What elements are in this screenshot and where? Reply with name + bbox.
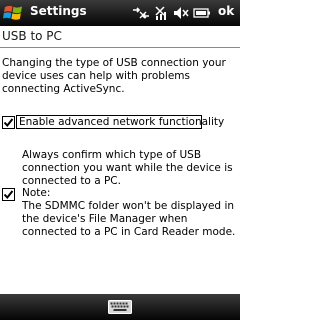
page-title: USB to PC (2, 29, 62, 43)
advanced-network-label[interactable]: Enable advanced network functionality (19, 116, 224, 129)
keyboard-icon[interactable] (108, 300, 132, 314)
checkmark-icon (3, 190, 14, 200)
confirm-usb-checkbox[interactable] (2, 188, 15, 201)
volume-muted-icon[interactable] (172, 5, 190, 21)
no-signal-icon[interactable] (153, 5, 169, 21)
confirm-usb-label[interactable]: Always confirm which type of USB connect… (22, 149, 234, 188)
checkmark-icon (3, 118, 14, 128)
softkey-bar (0, 294, 240, 320)
battery-icon[interactable] (193, 5, 211, 21)
windows-start-icon[interactable] (3, 3, 24, 23)
title-bar: Settings ok (0, 0, 240, 26)
ok-button[interactable]: ok (218, 4, 234, 18)
note-block: Note: The SDMMC folder won't be displaye… (22, 187, 236, 239)
advanced-network-checkbox[interactable] (2, 116, 15, 129)
note-title: Note: (22, 187, 51, 199)
note-body: The SDMMC folder won't be displayed in t… (22, 200, 236, 238)
page-description: Changing the type of USB connection your… (2, 57, 226, 95)
title-divider (0, 47, 240, 48)
app-title: Settings (30, 4, 87, 18)
connectivity-icon[interactable] (131, 5, 151, 21)
